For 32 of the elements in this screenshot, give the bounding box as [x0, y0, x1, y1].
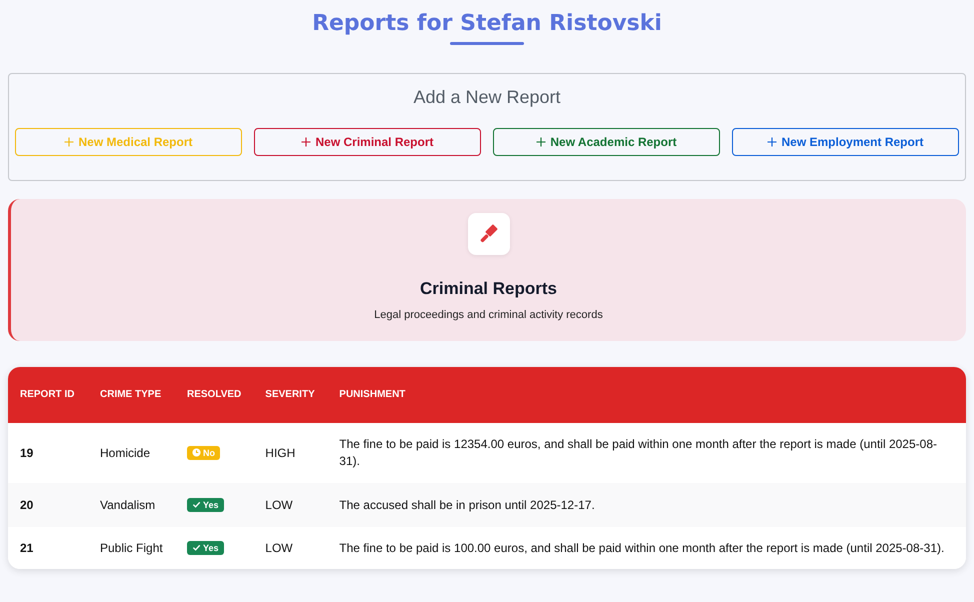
- plus-icon: [536, 137, 546, 147]
- card-subtitle: Legal proceedings and criminal activity records: [374, 309, 603, 321]
- column-header: PUNISHMENT: [327, 367, 966, 423]
- column-header: SEVERITY: [253, 367, 328, 423]
- section-heading: Add a New Report: [412, 86, 562, 108]
- new-report-button[interactable]: New Academic Report: [493, 128, 720, 156]
- card-title: Criminal Reports: [420, 279, 557, 299]
- table-cell: Public Fight: [88, 527, 175, 569]
- table-cell: The fine to be paid is 12354.00 euros, and shall be paid within one month after the report is made (until 2025-08-31).: [327, 423, 966, 483]
- table-cell: LOW: [253, 483, 328, 527]
- table-cell: 19: [8, 423, 88, 483]
- status-badge: Yes: [187, 540, 224, 555]
- column-header: REPORT ID: [8, 367, 88, 423]
- table-cell: 21: [8, 527, 88, 569]
- table-cell: HIGH: [253, 423, 328, 483]
- status-badge: Yes: [187, 498, 224, 512]
- gavel-icon: [468, 213, 510, 255]
- table-cell: The fine to be paid is 100.00 euros, and shall be paid within one month after the report is made (until 2025-08-31).: [327, 527, 966, 569]
- plus-icon: [64, 137, 74, 147]
- plus-icon: [767, 137, 778, 147]
- plus-icon: [301, 137, 312, 147]
- status-badge: No: [187, 446, 220, 460]
- page-title: Reports for Stefan Ristovski: [312, 10, 662, 38]
- column-header: CRIME TYPE: [88, 367, 175, 423]
- new-report-button[interactable]: New Criminal Report: [254, 128, 481, 156]
- new-report-button[interactable]: New Employment Report: [732, 128, 959, 156]
- table-cell: Vandalism: [88, 483, 175, 527]
- column-header: RESOLVED: [175, 367, 254, 423]
- table-cell: Homicide: [88, 423, 175, 483]
- table-cell: The accused shall be in prison until 2025-12-17.: [327, 483, 966, 527]
- table-cell: 20: [8, 483, 88, 527]
- table-cell: LOW: [253, 527, 328, 569]
